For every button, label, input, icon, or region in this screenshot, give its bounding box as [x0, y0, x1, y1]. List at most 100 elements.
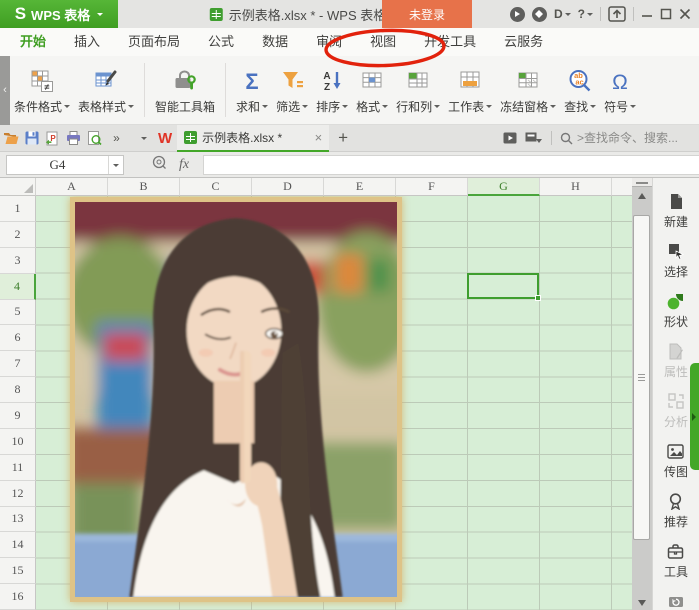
worksheet-button[interactable]: 工作表 [444, 59, 496, 121]
window-switch-icon[interactable] [525, 132, 543, 144]
dropdown-caret-icon[interactable] [630, 105, 637, 111]
rows-columns-button[interactable]: 行和列 [392, 59, 444, 121]
freeze-panes-button[interactable]: 冻结窗格 [496, 59, 560, 121]
sidebar-item-send-image[interactable]: 传图 [664, 442, 688, 480]
tab-data[interactable]: 数据 [248, 28, 302, 56]
print-icon[interactable] [63, 125, 84, 152]
row-header-11[interactable]: 11 [0, 454, 36, 481]
table-style-button[interactable]: 表格样式 [74, 59, 138, 121]
dropdown-caret-icon[interactable] [486, 105, 493, 111]
dropdown-caret-icon[interactable] [128, 105, 135, 111]
column-header-a[interactable]: A [36, 178, 108, 196]
dropdown-caret-icon[interactable] [434, 105, 441, 111]
minimize-button[interactable] [641, 8, 653, 20]
tab-home[interactable]: 开始 [6, 28, 60, 56]
row-header-8[interactable]: 8 [0, 377, 36, 403]
more-quick-icons[interactable]: » [105, 125, 126, 152]
sidebar-item-tools[interactable]: 工具 [664, 542, 688, 580]
print-preview-icon[interactable] [84, 125, 105, 152]
row-header-9[interactable]: 9 [0, 403, 36, 429]
tab-page-layout[interactable]: 页面布局 [114, 28, 194, 56]
sum-button[interactable]: Σ 求和 [232, 59, 272, 121]
wps-app-menu-button[interactable]: S WPS 表格 [0, 0, 118, 28]
tab-review[interactable]: 审阅 [302, 28, 356, 56]
split-handle[interactable] [632, 178, 652, 187]
presentation-view-icon[interactable] [503, 132, 517, 144]
column-header-f[interactable]: F [396, 178, 468, 196]
dropdown-caret-icon[interactable] [262, 105, 269, 111]
filter-button[interactable]: 筛选 [272, 59, 312, 121]
search-input[interactable] [577, 131, 695, 145]
sidebar-item-shapes[interactable]: 形状 [664, 292, 688, 330]
command-search[interactable] [560, 131, 695, 145]
column-header-c[interactable]: C [180, 178, 252, 196]
help-dropdown-button[interactable]: ? [578, 7, 593, 21]
tab-insert[interactable]: 插入 [60, 28, 114, 56]
dropdown-caret-icon[interactable] [590, 105, 597, 111]
ribbon-collapse-handle[interactable]: ‹ [0, 55, 10, 125]
sidebar-item-recommend[interactable]: 推荐 [664, 492, 688, 530]
circle-diamond-icon[interactable] [531, 6, 547, 22]
save-icon[interactable] [21, 125, 42, 152]
tab-dev-tools[interactable]: 开发工具 [410, 28, 490, 56]
smart-toolbox-button[interactable]: 智能工具箱 [151, 59, 219, 121]
quick-access-dropdown[interactable] [132, 125, 153, 152]
row-header-6[interactable]: 6 [0, 325, 36, 352]
docer-dropdown-button[interactable]: D [554, 7, 571, 21]
export-pdf-icon[interactable]: P [42, 125, 63, 152]
conditional-format-button[interactable]: ≠ 条件格式 [10, 59, 74, 121]
sidebar-expander[interactable] [690, 363, 699, 470]
scroll-down-button[interactable] [632, 595, 652, 610]
formula-input[interactable] [203, 154, 699, 175]
login-button[interactable]: 未登录 [382, 0, 472, 28]
dropdown-caret-icon[interactable] [550, 105, 557, 111]
tab-close-icon[interactable]: × [315, 130, 323, 145]
sidebar-item-backtop[interactable] [668, 594, 684, 610]
sidebar-item-new[interactable]: 新建 [664, 192, 688, 230]
dropdown-caret-icon[interactable] [342, 105, 349, 111]
row-header-16[interactable]: 16 [0, 584, 36, 610]
select-all-corner[interactable] [0, 178, 36, 196]
close-button[interactable] [679, 8, 691, 20]
sort-button[interactable]: A Z 排序 [312, 59, 352, 121]
embedded-photo[interactable] [70, 197, 402, 602]
row-header-15[interactable]: 15 [0, 558, 36, 585]
magnifier-circle-icon[interactable] [152, 155, 167, 175]
row-header-14[interactable]: 14 [0, 532, 36, 559]
open-folder-icon[interactable] [0, 125, 21, 152]
row-header-12[interactable]: 12 [0, 480, 36, 507]
column-header-d[interactable]: D [252, 178, 324, 196]
insert-function-button[interactable]: fx [179, 157, 189, 173]
tab-cloud[interactable]: 云服务 [490, 28, 557, 56]
column-header-h[interactable]: H [540, 178, 612, 196]
row-header-5[interactable]: 5 [0, 299, 36, 326]
row-header-7[interactable]: 7 [0, 351, 36, 378]
dropdown-caret-icon[interactable] [382, 105, 389, 111]
document-tab[interactable]: 示例表格.xlsx * × [177, 124, 330, 152]
tab-view[interactable]: 视图 [356, 28, 410, 56]
maximize-button[interactable] [660, 8, 672, 20]
fill-handle[interactable] [535, 295, 541, 301]
format-button[interactable]: 格式 [352, 59, 392, 121]
row-header-4-selected[interactable]: 4 [0, 273, 36, 300]
scrollbar-thumb[interactable] [633, 215, 650, 540]
wps-home-button[interactable]: W [153, 130, 177, 147]
column-header-g-selected[interactable]: G [468, 178, 540, 196]
sheet-cells[interactable] [36, 196, 632, 610]
row-header-2[interactable]: 2 [0, 221, 36, 248]
symbol-button[interactable]: Ω 符号 [600, 59, 640, 121]
tab-formulas[interactable]: 公式 [194, 28, 248, 56]
scroll-up-button[interactable] [632, 188, 652, 203]
row-header-1[interactable]: 1 [0, 196, 36, 222]
new-tab-button[interactable]: + [329, 128, 357, 148]
dropdown-caret-icon[interactable] [302, 105, 309, 111]
find-button[interactable]: ab ac 查找 [560, 59, 600, 121]
row-header-3[interactable]: 3 [0, 247, 36, 274]
name-box[interactable]: G4 [6, 154, 124, 175]
column-header-b[interactable]: B [108, 178, 180, 196]
row-header-10[interactable]: 10 [0, 428, 36, 455]
column-header-e[interactable]: E [324, 178, 396, 196]
dropdown-caret-icon[interactable] [64, 105, 71, 111]
row-header-13[interactable]: 13 [0, 506, 36, 533]
sidebar-item-select[interactable]: 选择 [664, 242, 688, 280]
